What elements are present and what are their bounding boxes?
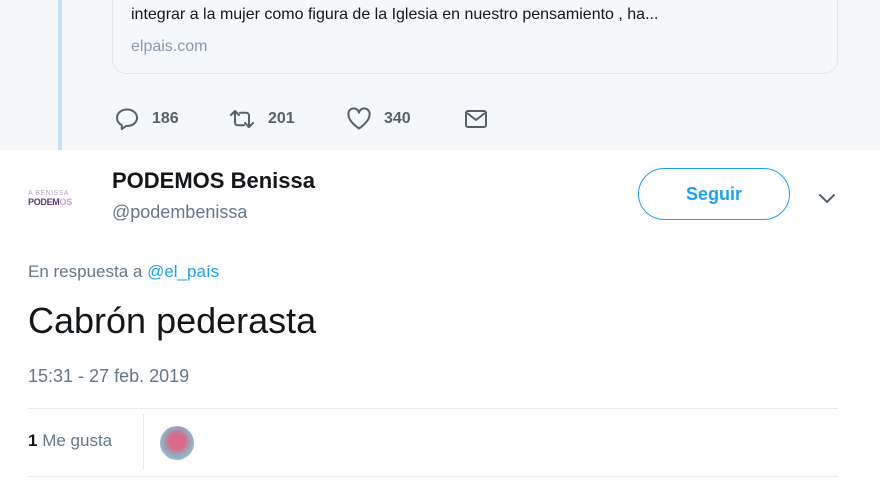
- author-handle[interactable]: @podembenissa: [112, 202, 247, 223]
- retweet-button[interactable]: 201: [228, 108, 295, 130]
- reply-icon: [114, 107, 140, 131]
- envelope-icon: [464, 108, 488, 130]
- direct-message-button[interactable]: [464, 108, 488, 130]
- avatar-small-text: A BENISSA: [28, 189, 70, 197]
- divider: [28, 476, 838, 477]
- likes-label: Me gusta: [42, 431, 113, 450]
- author-name[interactable]: PODEMOS Benissa: [112, 168, 315, 194]
- liker-avatar[interactable]: [160, 426, 194, 460]
- reply-button[interactable]: 186: [114, 107, 179, 131]
- retweet-count: 201: [268, 110, 295, 127]
- link-description: integrar a la mujer como figura de la Ig…: [131, 6, 659, 23]
- thread-line: [58, 0, 62, 150]
- like-count: 340: [384, 110, 411, 127]
- likes-number: 1: [28, 431, 38, 450]
- parent-tweet: integrar a la mujer como figura de la Ig…: [0, 0, 880, 150]
- reply-count: 186: [152, 110, 179, 127]
- retweet-icon: [228, 108, 256, 130]
- link-domain: elpais.com: [131, 38, 208, 55]
- stats-separator: [143, 414, 144, 470]
- heart-icon: [346, 107, 372, 131]
- divider: [28, 408, 838, 409]
- tweet-timestamp[interactable]: 15:31 - 27 feb. 2019: [28, 366, 189, 387]
- reply-mention-link[interactable]: @el_país: [147, 262, 219, 281]
- reply-prefix: En respuesta a: [28, 262, 143, 281]
- avatar-logo-main: PODEM: [28, 196, 60, 207]
- tweet-text: Cabrón pederasta: [28, 300, 317, 341]
- link-preview-card[interactable]: integrar a la mujer como figura de la Ig…: [112, 0, 838, 74]
- follow-button[interactable]: Seguir: [638, 168, 790, 220]
- chevron-down-icon[interactable]: [816, 188, 838, 213]
- reply-context: En respuesta a @el_país: [28, 262, 219, 282]
- likes-count[interactable]: 1 Me gusta: [28, 431, 112, 451]
- like-button[interactable]: 340: [346, 107, 411, 131]
- avatar-logo-suffix: OS: [59, 196, 73, 207]
- avatar-logo: PODEMOS: [28, 197, 90, 207]
- author-avatar[interactable]: A BENISSA PODEMOS: [28, 178, 90, 218]
